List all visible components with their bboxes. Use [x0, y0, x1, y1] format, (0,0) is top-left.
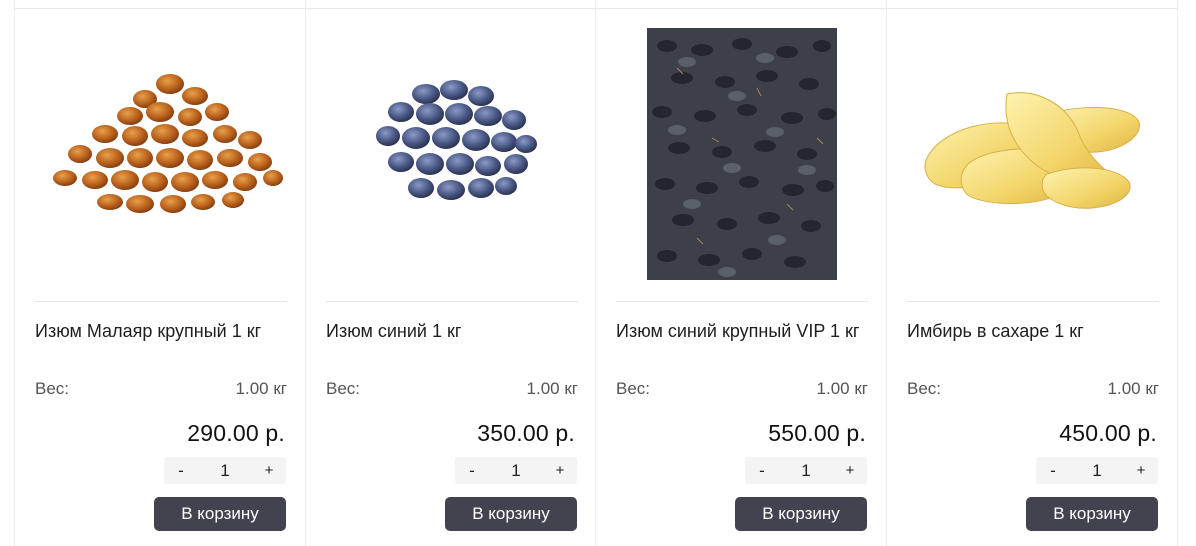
weight-label: Вес:: [616, 379, 651, 398]
weight-label: Вес:: [35, 379, 70, 398]
product-card: Изюм Малаяр крупный 1 кг Вес: 1.00 кг 29…: [14, 0, 306, 546]
quantity-stepper: - 1 +: [164, 457, 286, 484]
qty-increase-button[interactable]: +: [252, 457, 286, 484]
product-card: Изюм синий крупный VIP 1 кг Вес: 1.00 кг…: [596, 0, 887, 546]
product-price: 290.00 р.: [187, 420, 285, 446]
product-grid: Изюм Малаяр крупный 1 кг Вес: 1.00 кг 29…: [0, 0, 1196, 546]
weight-row: Вес: 1.00 кг: [616, 378, 868, 400]
card-divider: [35, 301, 287, 302]
add-to-cart-button[interactable]: В корзину: [1026, 497, 1158, 531]
weight-value: 1.00 кг: [526, 379, 578, 398]
quantity-stepper: - 1 +: [455, 457, 577, 484]
add-to-cart-button[interactable]: В корзину: [445, 497, 577, 531]
product-title[interactable]: Изюм синий крупный VIP 1 кг: [616, 320, 868, 343]
weight-row: Вес: 1.00 кг: [326, 378, 578, 400]
add-to-cart-button[interactable]: В корзину: [735, 497, 867, 531]
qty-decrease-button[interactable]: -: [745, 457, 779, 484]
qty-increase-button[interactable]: +: [543, 457, 577, 484]
golden-raisins-icon[interactable]: [35, 28, 287, 280]
product-title[interactable]: Изюм Малаяр крупный 1 кг: [35, 320, 287, 343]
qty-value[interactable]: 1: [198, 461, 252, 481]
weight-label: Вес:: [907, 379, 942, 398]
candied-ginger-icon[interactable]: [907, 28, 1159, 280]
card-divider: [326, 301, 578, 302]
qty-decrease-button[interactable]: -: [455, 457, 489, 484]
blue-raisins-icon[interactable]: [326, 28, 578, 280]
quantity-stepper: - 1 +: [1036, 457, 1158, 484]
quantity-stepper: - 1 +: [745, 457, 867, 484]
product-card: Имбирь в сахаре 1 кг Вес: 1.00 кг 450.00…: [887, 0, 1178, 546]
weight-value: 1.00 кг: [235, 379, 287, 398]
product-title[interactable]: Изюм синий 1 кг: [326, 320, 578, 343]
product-card: Изюм синий 1 кг Вес: 1.00 кг 350.00 р. -…: [306, 0, 596, 546]
qty-value[interactable]: 1: [1070, 461, 1124, 481]
weight-value: 1.00 кг: [816, 379, 868, 398]
qty-increase-button[interactable]: +: [1124, 457, 1158, 484]
card-divider: [616, 301, 868, 302]
weight-row: Вес: 1.00 кг: [907, 378, 1159, 400]
product-price: 450.00 р.: [1059, 420, 1157, 446]
product-price: 550.00 р.: [768, 420, 866, 446]
add-to-cart-button[interactable]: В корзину: [154, 497, 286, 531]
card-divider: [907, 301, 1159, 302]
weight-row: Вес: 1.00 кг: [35, 378, 287, 400]
qty-decrease-button[interactable]: -: [164, 457, 198, 484]
weight-value: 1.00 кг: [1107, 379, 1159, 398]
product-price: 350.00 р.: [477, 420, 575, 446]
weight-label: Вес:: [326, 379, 361, 398]
qty-decrease-button[interactable]: -: [1036, 457, 1070, 484]
qty-value[interactable]: 1: [779, 461, 833, 481]
product-title[interactable]: Имбирь в сахаре 1 кг: [907, 320, 1159, 343]
qty-increase-button[interactable]: +: [833, 457, 867, 484]
qty-value[interactable]: 1: [489, 461, 543, 481]
dark-raisins-photo[interactable]: [616, 28, 868, 280]
